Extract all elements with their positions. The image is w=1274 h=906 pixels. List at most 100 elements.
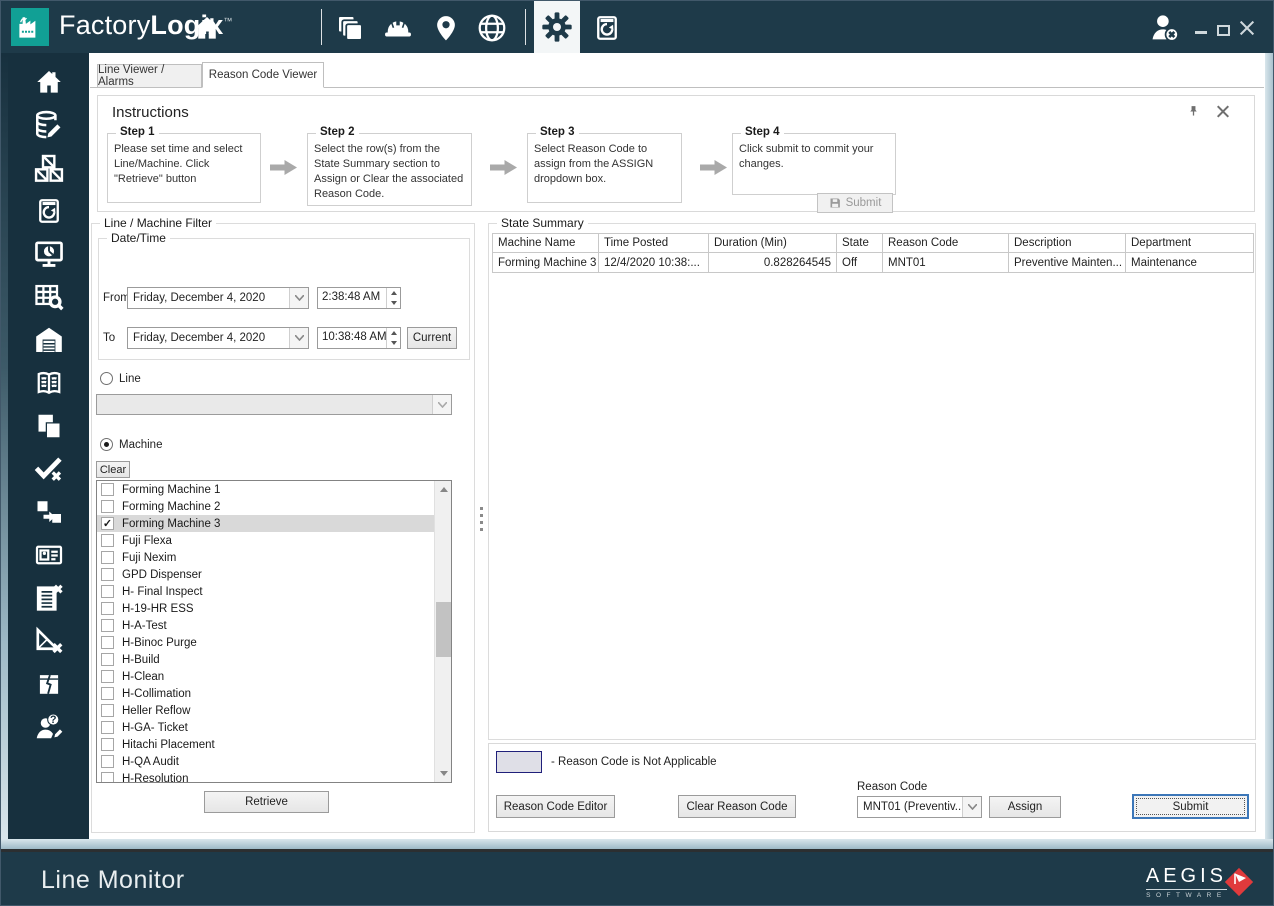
- sidebar-documents-copy-icon[interactable]: [31, 409, 67, 442]
- scrollbar-down-icon[interactable]: [435, 765, 452, 782]
- spin-down-icon[interactable]: [387, 298, 400, 308]
- machine-list-item[interactable]: Fuji Nexim: [97, 549, 436, 566]
- sidebar-measurement-disable-icon[interactable]: [31, 624, 67, 657]
- hardhat-icon[interactable]: [382, 12, 414, 44]
- sidebar-database-edit-icon[interactable]: [31, 108, 67, 141]
- machine-checkbox[interactable]: [101, 772, 114, 783]
- machine-list-item[interactable]: Fuji Flexa: [97, 532, 436, 549]
- instructions-submit-button[interactable]: Submit: [817, 193, 893, 213]
- machine-checkbox[interactable]: [101, 619, 114, 632]
- column-header[interactable]: Department: [1126, 233, 1254, 253]
- clear-button[interactable]: Clear: [96, 461, 130, 478]
- from-date-dropdown[interactable]: Friday, December 4, 2020: [127, 287, 309, 309]
- machine-checkbox[interactable]: [101, 755, 114, 768]
- chevron-down-icon[interactable]: [289, 288, 308, 308]
- sidebar-warehouse-icon[interactable]: [31, 323, 67, 356]
- line-radio[interactable]: [100, 372, 113, 385]
- machine-list-item[interactable]: H-Collimation: [97, 685, 436, 702]
- machine-list-item[interactable]: Hitachi Placement: [97, 736, 436, 753]
- submit-button[interactable]: Submit: [1132, 794, 1249, 819]
- machine-checkbox[interactable]: [101, 670, 114, 683]
- machine-checkbox[interactable]: [101, 568, 114, 581]
- machine-checkbox[interactable]: [101, 534, 114, 547]
- machine-list-item[interactable]: Forming Machine 1: [97, 481, 436, 498]
- minimize-button[interactable]: [1195, 31, 1207, 34]
- layers-icon[interactable]: [334, 12, 366, 44]
- spin-up-icon[interactable]: [387, 288, 400, 298]
- tab-line-viewer-alarms[interactable]: Line Viewer / Alarms: [97, 64, 202, 87]
- machine-checkbox[interactable]: [101, 500, 114, 513]
- sidebar-operator-help-icon[interactable]: ?: [31, 710, 67, 743]
- pin-icon[interactable]: [1187, 104, 1200, 123]
- sidebar-documentation-book-icon[interactable]: [31, 366, 67, 399]
- column-header[interactable]: State: [837, 233, 883, 253]
- machine-checkbox[interactable]: [101, 721, 114, 734]
- machine-list-item[interactable]: H-19-HR ESS: [97, 600, 436, 617]
- sidebar-damaged-package-icon[interactable]: [31, 667, 67, 700]
- machine-checkbox[interactable]: [101, 602, 114, 615]
- settings-active-tab[interactable]: [534, 1, 580, 53]
- sidebar-home-icon[interactable]: [31, 65, 67, 98]
- machine-checkbox[interactable]: [101, 738, 114, 751]
- machine-checkbox[interactable]: [101, 483, 114, 496]
- column-header[interactable]: Duration (Min): [709, 233, 837, 253]
- reason-code-dropdown[interactable]: MNT01 (Preventiv...: [857, 796, 982, 818]
- to-time-spinner[interactable]: 10:38:48 AM: [317, 327, 401, 349]
- instructions-close-icon[interactable]: [1216, 104, 1230, 118]
- machine-list-item[interactable]: Forming Machine 3: [97, 515, 436, 532]
- column-header[interactable]: Description: [1009, 233, 1126, 253]
- reason-code-editor-button[interactable]: Reason Code Editor: [496, 795, 615, 818]
- machine-checkbox[interactable]: [101, 653, 114, 666]
- machine-list-scrollbar[interactable]: [434, 481, 451, 782]
- machine-list-item[interactable]: GPD Dispenser: [97, 566, 436, 583]
- assign-button[interactable]: Assign: [989, 796, 1061, 818]
- scrollbar-up-icon[interactable]: [435, 481, 452, 498]
- machine-list-item[interactable]: H-Build: [97, 651, 436, 668]
- machine-list-item[interactable]: H-Clean: [97, 668, 436, 685]
- maximize-button[interactable]: [1217, 25, 1230, 36]
- column-header[interactable]: Reason Code: [883, 233, 1009, 253]
- sidebar-quality-check-icon[interactable]: [31, 452, 67, 485]
- machine-checkbox[interactable]: [101, 636, 114, 649]
- chevron-down-icon[interactable]: [962, 797, 981, 817]
- line-radio-row[interactable]: Line: [100, 372, 141, 385]
- machine-list-item[interactable]: H-A-Test: [97, 617, 436, 634]
- sidebar-document-history-icon[interactable]: [31, 194, 67, 227]
- sidebar-table-search-icon[interactable]: [31, 280, 67, 313]
- spin-down-icon[interactable]: [387, 338, 400, 348]
- tab-reason-code-viewer[interactable]: Reason Code Viewer: [202, 62, 324, 88]
- sidebar-dashboard-monitor-icon[interactable]: [31, 237, 67, 270]
- scrollbar-thumb[interactable]: [436, 602, 451, 657]
- location-icon[interactable]: [430, 12, 462, 44]
- machine-list-item[interactable]: H- Final Inspect: [97, 583, 436, 600]
- machine-radio-row[interactable]: Machine: [100, 438, 162, 451]
- sidebar-containers-icon[interactable]: [31, 151, 67, 184]
- column-header[interactable]: Machine Name: [492, 233, 599, 253]
- machine-list-item[interactable]: Forming Machine 2: [97, 498, 436, 515]
- table-row[interactable]: Forming Machine 3 12/4/2020 10:38:... 0.…: [492, 253, 1254, 273]
- column-header[interactable]: Time Posted: [599, 233, 709, 253]
- machine-checkbox[interactable]: [101, 551, 114, 564]
- sidebar-badge-card-icon[interactable]: [31, 538, 67, 571]
- user-logout-icon[interactable]: [1147, 11, 1183, 50]
- clear-reason-code-button[interactable]: Clear Reason Code: [678, 795, 796, 818]
- machine-list-item[interactable]: Heller Reflow: [97, 702, 436, 719]
- machine-checkbox[interactable]: [101, 517, 114, 530]
- machine-radio[interactable]: [100, 438, 113, 451]
- machine-list-item[interactable]: H-QA Audit: [97, 753, 436, 770]
- machine-list-item[interactable]: H-GA- Ticket: [97, 719, 436, 736]
- spin-up-icon[interactable]: [387, 328, 400, 338]
- globe-icon[interactable]: [476, 12, 508, 44]
- chevron-down-icon[interactable]: [289, 328, 308, 348]
- current-button[interactable]: Current: [407, 327, 457, 349]
- sidebar-defect-list-icon[interactable]: [31, 581, 67, 614]
- machine-checkbox[interactable]: [101, 704, 114, 717]
- machine-list-item[interactable]: H-Resolution: [97, 770, 436, 783]
- history-icon[interactable]: [591, 12, 623, 44]
- machine-checkbox[interactable]: [101, 585, 114, 598]
- retrieve-button[interactable]: Retrieve: [204, 791, 329, 813]
- panel-splitter[interactable]: [479, 507, 483, 543]
- to-date-dropdown[interactable]: Friday, December 4, 2020: [127, 327, 309, 349]
- machine-list-item[interactable]: H-Binoc Purge: [97, 634, 436, 651]
- from-time-spinner[interactable]: 2:38:48 AM: [317, 287, 401, 309]
